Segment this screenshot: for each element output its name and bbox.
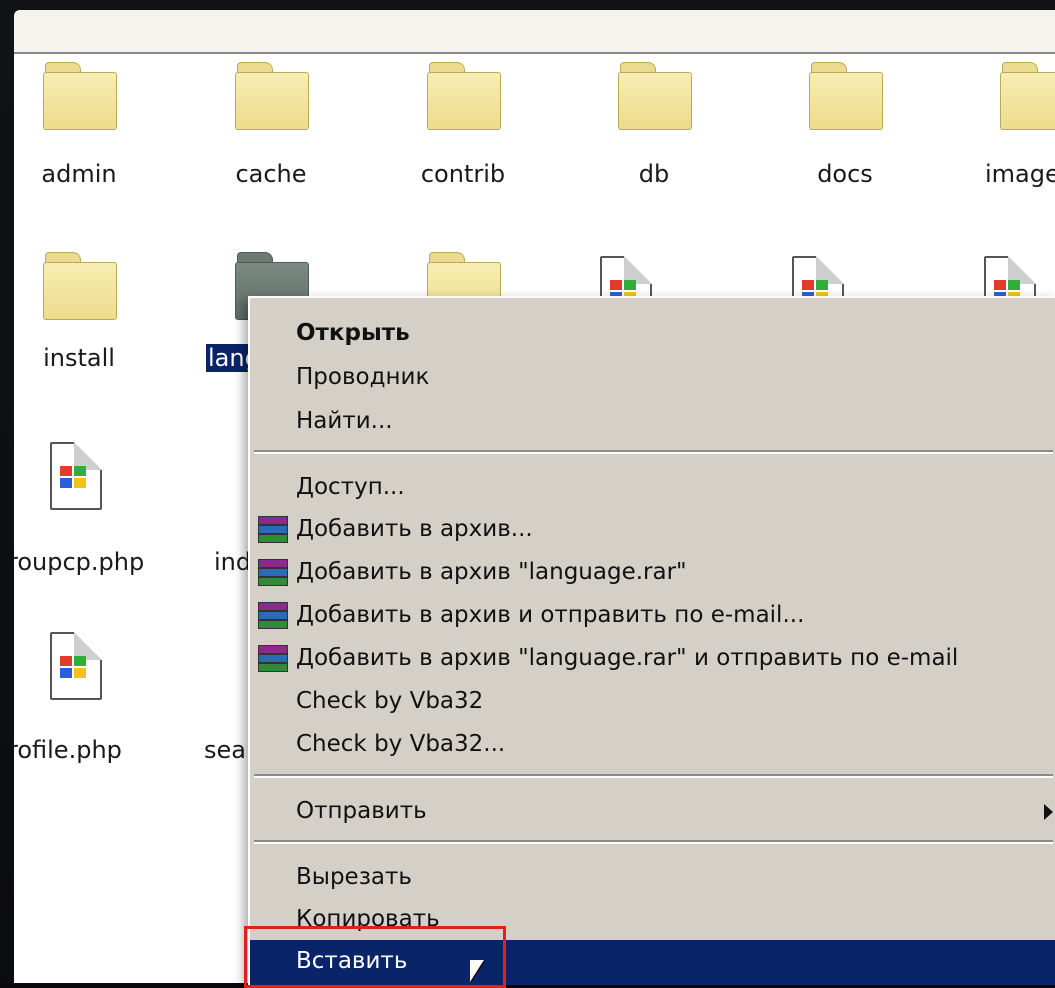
folder-icon [235, 62, 309, 132]
menu-item-check-vba32[interactable]: Check by Vba32 [250, 682, 1055, 722]
file-label: admin [41, 160, 117, 188]
folder-icon [809, 62, 883, 132]
menu-item-label: Вставить [296, 948, 408, 974]
file-label: image [985, 160, 1055, 188]
menu-item-label: Отправить [296, 798, 427, 824]
menu-item-label: Check by Vba32 [296, 688, 484, 714]
file-label: contrib [420, 160, 506, 188]
menu-item-sharing[interactable]: Доступ... [250, 468, 1055, 508]
menu-separator [254, 840, 1053, 844]
folder-icon [43, 62, 117, 132]
menu-item-search[interactable]: Найти... [250, 402, 1055, 442]
menu-item-add-language-rar-and-email[interactable]: Добавить в архив "language.rar" и отправ… [250, 639, 1055, 679]
menu-item-label: Проводник [296, 364, 430, 390]
file-label: roupcp.php [14, 548, 145, 576]
php-file-icon [50, 632, 102, 700]
menu-item-explorer[interactable]: Проводник [250, 358, 1055, 398]
php-file-icon [50, 442, 102, 510]
menu-item-label: Доступ... [296, 474, 405, 500]
folder-icon [618, 62, 692, 132]
file-label: db [638, 160, 670, 188]
menu-separator [254, 450, 1053, 454]
submenu-arrow-icon [1044, 804, 1053, 820]
menu-item-label: Check by Vba32... [296, 731, 506, 757]
menu-item-copy[interactable]: Копировать [250, 900, 1055, 940]
menu-separator [254, 774, 1053, 778]
menu-item-open[interactable]: Открыть [250, 314, 1055, 354]
winrar-icon [258, 602, 288, 630]
menu-item-label: Добавить в архив и отправить по e-mail..… [296, 602, 805, 628]
file-label: install [43, 344, 115, 372]
menu-item-label: Копировать [296, 906, 440, 932]
menu-item-send-to[interactable]: Отправить [250, 792, 1055, 832]
screenshot-frame: admin cache contrib db docs image instal… [0, 0, 1055, 988]
folder-icon [427, 62, 501, 132]
menu-item-add-to-archive[interactable]: Добавить в архив... [250, 510, 1055, 550]
menu-item-label: Добавить в архив "language.rar" и отправ… [296, 645, 959, 671]
mouse-cursor-icon [470, 960, 484, 982]
menu-item-paste[interactable]: Вставить [250, 940, 1055, 985]
menu-item-label: Вырезать [296, 864, 412, 890]
file-label: cache [235, 160, 307, 188]
menu-item-check-vba32-dialog[interactable]: Check by Vba32... [250, 725, 1055, 765]
context-menu: Открыть Проводник Найти... Доступ... Доб… [248, 296, 1055, 985]
folder-icon [1000, 62, 1055, 132]
folder-icon [43, 252, 117, 322]
file-label: rofile.php [14, 736, 122, 764]
menu-item-label: Открыть [296, 320, 410, 346]
menu-item-label: Найти... [296, 408, 393, 434]
winrar-icon [258, 559, 288, 587]
menu-item-label: Добавить в архив... [296, 516, 533, 542]
menu-item-cut[interactable]: Вырезать [250, 858, 1055, 898]
file-label: docs [817, 160, 873, 188]
winrar-icon [258, 516, 288, 544]
menu-item-label: Добавить в архив "language.rar" [296, 559, 687, 585]
menu-item-add-to-language-rar[interactable]: Добавить в архив "language.rar" [250, 553, 1055, 593]
menu-item-add-and-email[interactable]: Добавить в архив и отправить по e-mail..… [250, 596, 1055, 636]
winrar-icon [258, 645, 288, 673]
